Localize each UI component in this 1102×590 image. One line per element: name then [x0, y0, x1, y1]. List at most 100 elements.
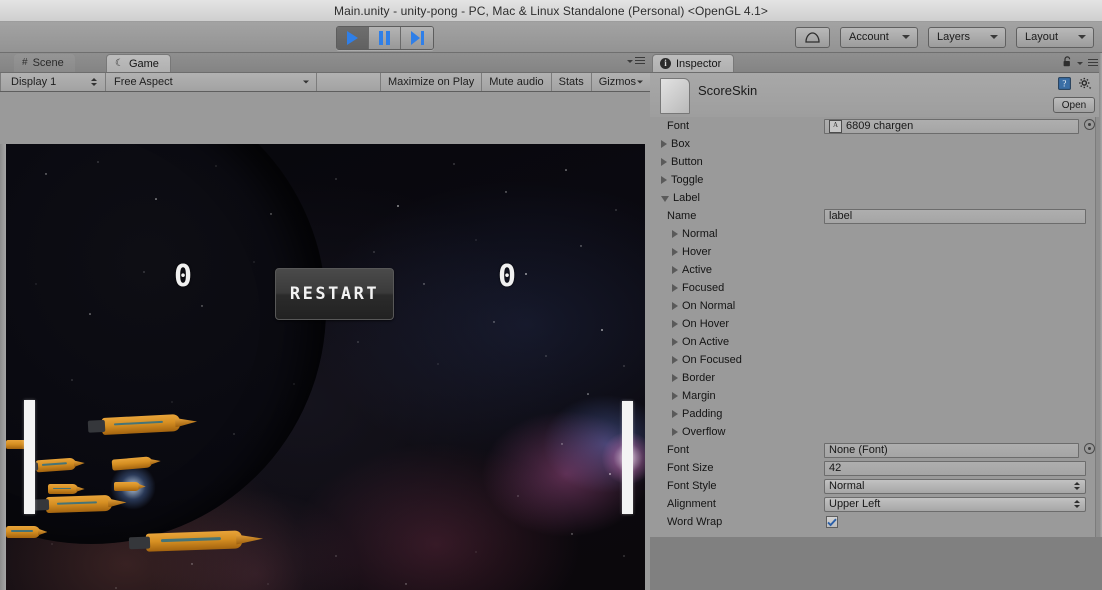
gizmos-dropdown[interactable]: Gizmos	[592, 73, 650, 91]
play-button[interactable]	[337, 27, 369, 49]
foldout-border[interactable]: Border	[650, 372, 715, 384]
pause-icon	[379, 31, 390, 45]
stats-toggle[interactable]: Stats	[552, 73, 591, 91]
game-view-toolbar: Display 1 Free Aspect Maximize on Play M…	[0, 73, 650, 92]
property-label-text: Focused	[682, 282, 724, 294]
property-label-text: On Hover	[682, 318, 729, 330]
triangle-right-icon	[661, 140, 667, 148]
restart-button[interactable]: RESTART	[275, 268, 394, 320]
dropdown-field[interactable]: Normal	[824, 479, 1086, 494]
triangle-right-icon	[672, 248, 678, 256]
property-row: Word Wrap	[650, 513, 1102, 531]
dropdown-field[interactable]: Upper Left	[824, 497, 1086, 512]
maximize-on-play-toggle[interactable]: Maximize on Play	[381, 73, 481, 91]
hamburger-icon[interactable]	[1088, 59, 1098, 68]
account-dropdown[interactable]: Account	[840, 27, 918, 48]
tab-scene[interactable]: # Scene	[14, 54, 75, 72]
foldout-label[interactable]: Label	[650, 192, 700, 204]
score-right: 0	[498, 259, 517, 294]
property-row: Hover	[650, 243, 1102, 261]
pause-button[interactable]	[369, 27, 401, 49]
object-picker-icon[interactable]	[1084, 443, 1095, 454]
triangle-right-icon	[672, 392, 678, 400]
help-icon[interactable]: ?	[1058, 77, 1071, 93]
triangle-right-icon	[672, 410, 678, 418]
game-dock-panel: # Scene ☾ Game Display 1 Free Aspect	[0, 53, 650, 537]
asset-name: ScoreSkin	[698, 83, 757, 98]
text-field[interactable]: label	[824, 209, 1086, 224]
hamburger-icon	[635, 57, 645, 66]
property-label-text: Font Size	[667, 462, 713, 474]
property-row: Padding	[650, 405, 1102, 423]
foldout-button[interactable]: Button	[650, 156, 703, 168]
property-label-text: Button	[671, 156, 703, 168]
foldout-hover[interactable]: Hover	[650, 246, 711, 258]
object-picker-icon[interactable]	[1084, 119, 1095, 130]
dropdown-value: Normal	[829, 480, 864, 492]
inspector-property-list: FontA6809 chargenBoxButtonToggleLabelNam…	[650, 117, 1102, 537]
playback-controls	[336, 26, 434, 50]
tab-game-label: Game	[129, 58, 159, 70]
checkbox-field[interactable]	[826, 516, 838, 528]
property-row: Toggle	[650, 171, 1102, 189]
chevron-down-icon	[1077, 62, 1083, 65]
foldout-normal[interactable]: Normal	[650, 228, 717, 240]
property-row: Label	[650, 189, 1102, 207]
object-field[interactable]: None (Font)	[824, 443, 1079, 458]
chevron-down-icon	[1078, 35, 1086, 39]
triangle-right-icon	[661, 176, 667, 184]
open-button[interactable]: Open	[1053, 97, 1095, 113]
ship-sprite	[48, 484, 78, 494]
property-label-text: Border	[682, 372, 715, 384]
foldout-box[interactable]: Box	[650, 138, 690, 150]
foldout-toggle[interactable]: Toggle	[650, 174, 703, 186]
step-button[interactable]	[401, 27, 433, 49]
property-row: Overflow	[650, 423, 1102, 441]
game-dock-menu-button[interactable]	[627, 57, 645, 66]
triangle-right-icon	[661, 158, 667, 166]
property-label-text: On Normal	[682, 300, 735, 312]
triangle-right-icon	[672, 266, 678, 274]
property-row: Button	[650, 153, 1102, 171]
foldout-margin[interactable]: Margin	[650, 390, 716, 402]
property-label-text: Word Wrap	[667, 516, 722, 528]
field-value: 6809 chargen	[846, 120, 913, 132]
foldout-overflow[interactable]: Overflow	[650, 426, 725, 438]
property-label-text: Font	[667, 444, 689, 456]
triangle-down-icon	[661, 196, 669, 202]
foldout-on-focused[interactable]: On Focused	[650, 354, 742, 366]
gear-icon[interactable]	[1078, 77, 1092, 93]
property-label-text: Active	[682, 264, 712, 276]
cloud-icon	[805, 32, 820, 43]
chevron-down-icon	[627, 60, 633, 63]
display-label: Display 1	[11, 76, 56, 88]
triangle-right-icon	[672, 338, 678, 346]
layers-dropdown[interactable]: Layers	[928, 27, 1006, 48]
tab-game[interactable]: ☾ Game	[106, 54, 171, 72]
foldout-on-active[interactable]: On Active	[650, 336, 729, 348]
field-value: None (Font)	[829, 444, 888, 456]
text-field[interactable]: 42	[824, 461, 1086, 476]
game-render-canvas[interactable]: 0 0 RESTART	[6, 144, 645, 590]
foldout-on-normal[interactable]: On Normal	[650, 300, 735, 312]
aspect-dropdown[interactable]: Free Aspect	[106, 73, 316, 91]
foldout-on-hover[interactable]: On Hover	[650, 318, 729, 330]
property-label-text: Overflow	[682, 426, 725, 438]
chevron-down-icon	[303, 81, 309, 84]
updown-icon	[1074, 482, 1080, 490]
open-button-label: Open	[1062, 100, 1086, 111]
property-label-text: On Active	[682, 336, 729, 348]
lock-icon[interactable]	[1063, 56, 1072, 70]
tab-inspector[interactable]: i Inspector	[652, 54, 734, 72]
triangle-right-icon	[672, 356, 678, 364]
game-view[interactable]: 0 0 RESTART	[0, 144, 650, 590]
display-dropdown[interactable]: Display 1	[1, 73, 105, 91]
mute-audio-toggle[interactable]: Mute audio	[482, 73, 550, 91]
foldout-padding[interactable]: Padding	[650, 408, 722, 420]
object-field[interactable]: A6809 chargen	[824, 119, 1079, 134]
foldout-active[interactable]: Active	[650, 264, 712, 276]
layout-dropdown[interactable]: Layout	[1016, 27, 1094, 48]
foldout-focused[interactable]: Focused	[650, 282, 724, 294]
property-row: Font StyleNormal	[650, 477, 1102, 495]
cloud-button[interactable]	[795, 27, 830, 48]
